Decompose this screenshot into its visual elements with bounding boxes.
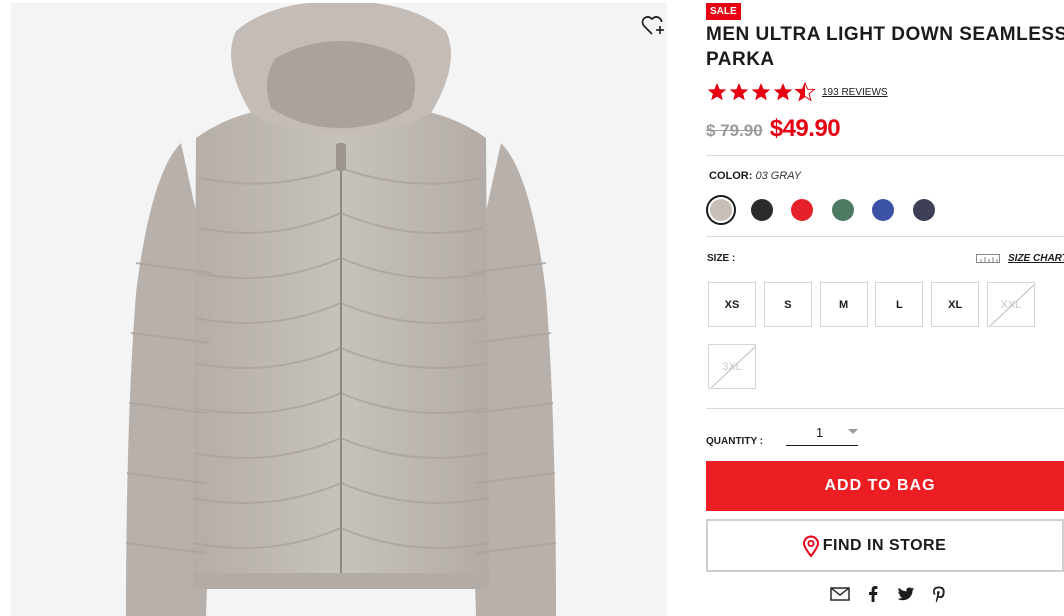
star-icon	[707, 83, 727, 101]
sale-badge: SALE	[706, 3, 741, 20]
product-image-panel	[11, 3, 667, 616]
find-in-store-label: FIND IN STORE	[822, 536, 947, 554]
color-swatch-0[interactable]	[706, 195, 736, 225]
find-in-store-button[interactable]: FIND IN STORE	[706, 519, 1064, 572]
twitter-icon[interactable]	[895, 584, 917, 604]
divider	[706, 408, 1064, 409]
size-chart-label: SIZE CHART	[1008, 252, 1064, 264]
product-image[interactable]	[111, 3, 571, 616]
quantity-value: 1	[816, 425, 824, 440]
color-label-title: COLOR:	[709, 170, 753, 182]
size-option-m[interactable]: M	[819, 282, 868, 327]
color-swatch-dot	[791, 199, 813, 221]
product-title: MEN ULTRA LIGHT DOWN SEAMLESS PARKA	[706, 24, 1064, 70]
color-label: COLOR: 03 GRAY	[709, 170, 801, 182]
star-icon	[751, 83, 771, 101]
color-swatch-dot	[750, 199, 773, 221]
color-swatch-dot	[831, 199, 854, 221]
star-icon	[729, 83, 749, 101]
color-swatches	[706, 195, 949, 225]
pinterest-icon[interactable]	[928, 584, 950, 604]
quantity-select[interactable]: 1	[786, 422, 858, 446]
original-price: $ 79.90	[706, 121, 763, 140]
color-swatch-dot	[912, 199, 935, 221]
size-option-xs[interactable]: XS	[708, 282, 756, 327]
rating-row: 193 REVIEWS	[706, 82, 888, 102]
color-swatch-2[interactable]	[787, 195, 817, 225]
size-option-l[interactable]: L	[875, 282, 924, 327]
color-swatch-5[interactable]	[909, 195, 939, 225]
size-label: SIZE :	[707, 253, 736, 264]
size-option-3xl[interactable]: 3XL	[708, 344, 756, 389]
price-row: $ 79.90 $49.90	[706, 115, 841, 143]
divider	[706, 155, 1064, 156]
color-swatch-dot	[872, 199, 894, 221]
star-icon	[773, 83, 793, 101]
divider	[706, 236, 1064, 237]
sale-price: $49.90	[769, 115, 841, 142]
rating-stars	[706, 82, 816, 102]
quantity-label: QUANTITY :	[706, 436, 764, 447]
mail-icon[interactable]	[829, 584, 851, 604]
add-to-bag-button[interactable]: ADD TO BAG	[706, 461, 1064, 511]
color-swatch-dot	[710, 199, 732, 221]
size-option-s[interactable]: S	[763, 282, 812, 327]
color-swatch-1[interactable]	[747, 195, 777, 225]
reviews-link[interactable]: 193 REVIEWS	[822, 87, 888, 98]
star-half-icon	[794, 82, 816, 102]
size-option-xl[interactable]: XL	[931, 282, 980, 327]
color-swatch-3[interactable]	[828, 195, 858, 225]
facebook-icon[interactable]	[862, 584, 884, 604]
ruler-icon	[976, 254, 1000, 263]
chevron-down-icon	[848, 429, 858, 434]
location-pin-icon	[802, 535, 819, 557]
share-row	[829, 584, 961, 604]
size-option-xxl[interactable]: XXL	[987, 282, 1035, 327]
size-chart-link[interactable]: SIZE CHART	[976, 252, 1064, 264]
wishlist-heart-icon[interactable]	[641, 13, 667, 39]
color-swatch-4[interactable]	[868, 195, 898, 225]
color-selected-name: 03 GRAY	[755, 170, 802, 182]
product-details: SALE MEN ULTRA LIGHT DOWN SEAMLESS PARKA…	[706, 0, 1064, 616]
